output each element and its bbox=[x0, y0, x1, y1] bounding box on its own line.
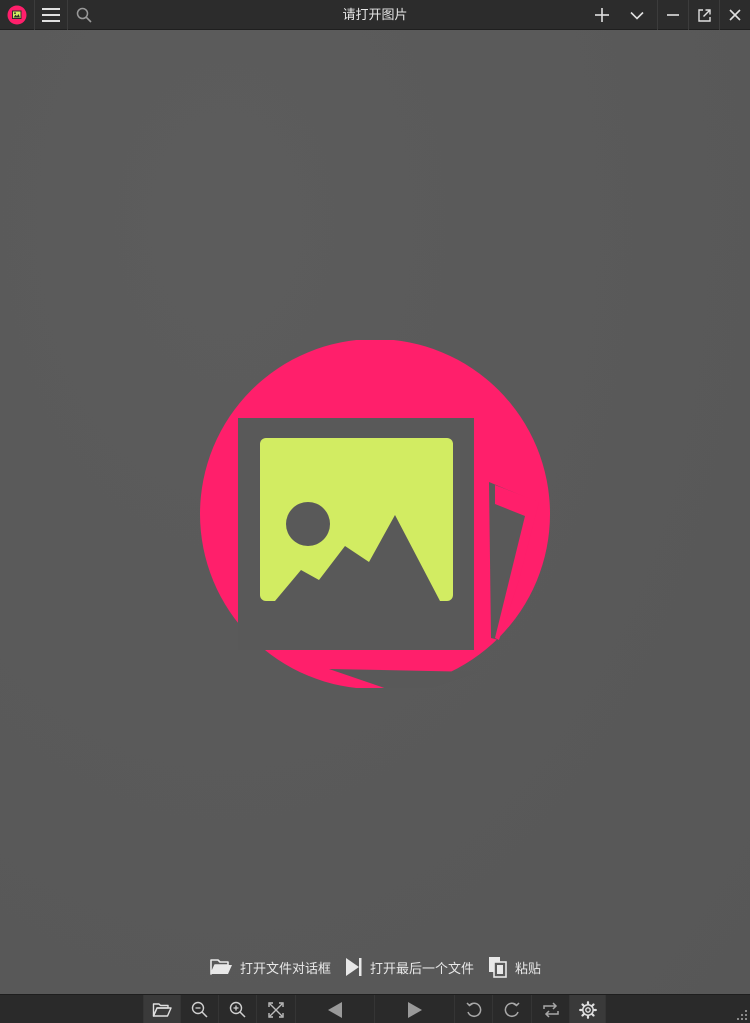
dropdown-button[interactable] bbox=[620, 0, 654, 30]
open-last-file-link[interactable]: 打开最后一个文件 bbox=[345, 957, 474, 977]
new-window-button[interactable] bbox=[586, 0, 618, 30]
resize-grip-icon[interactable] bbox=[736, 1009, 748, 1021]
bottom-toolbar[interactable] bbox=[0, 994, 750, 1023]
welcome-logo bbox=[199, 339, 551, 704]
paste-link[interactable]: 粘贴 bbox=[488, 956, 541, 978]
paste-label: 粘贴 bbox=[515, 960, 542, 976]
search-icon bbox=[76, 7, 92, 23]
main-menu-button[interactable] bbox=[34, 0, 67, 30]
rotate-left-icon bbox=[465, 1001, 481, 1017]
folder-open-icon bbox=[210, 959, 232, 975]
imageglass-logo-icon bbox=[7, 5, 27, 25]
close-button[interactable] bbox=[719, 0, 750, 30]
imageglass-large-logo-icon bbox=[200, 339, 550, 704]
image-viewer-area[interactable]: 打开文件对话框 打开最后一个文件 粘贴 bbox=[0, 30, 750, 994]
settings-button[interactable] bbox=[569, 995, 606, 1023]
open-file-dialog-label: 打开文件对话框 bbox=[239, 960, 331, 976]
zoom-in-button[interactable] bbox=[218, 995, 256, 1023]
flip-button[interactable] bbox=[531, 995, 569, 1023]
open-last-file-label: 打开最后一个文件 bbox=[369, 960, 474, 976]
plus-icon bbox=[595, 8, 609, 22]
scale-to-fit-icon bbox=[268, 1001, 284, 1018]
settings-icon bbox=[578, 1000, 597, 1019]
close-icon bbox=[729, 9, 741, 21]
zoom-in-icon bbox=[229, 1001, 246, 1018]
app-logo-button[interactable] bbox=[0, 0, 34, 30]
zoom-out-button[interactable] bbox=[180, 995, 218, 1023]
previous-image-button[interactable] bbox=[295, 995, 374, 1023]
minimize-button[interactable] bbox=[657, 0, 688, 30]
flip-icon bbox=[542, 1001, 559, 1018]
paste-icon bbox=[489, 957, 507, 978]
popout-icon bbox=[697, 8, 711, 22]
open-file-dialog-link[interactable]: 打开文件对话框 bbox=[209, 957, 331, 977]
next-file-icon bbox=[345, 958, 362, 976]
chevron-down-icon bbox=[630, 11, 644, 20]
next-image-button[interactable] bbox=[374, 995, 454, 1023]
scale-to-fit-button[interactable] bbox=[256, 995, 295, 1023]
folder-open-icon bbox=[152, 1002, 172, 1017]
minimize-icon bbox=[667, 14, 679, 16]
app-window: 请打开图片 打开文件对话框 打开最后一个文件 粘贴 bbox=[0, 0, 750, 1023]
previous-icon bbox=[328, 1001, 342, 1018]
search-button[interactable] bbox=[67, 0, 99, 30]
rotate-right-button[interactable] bbox=[492, 995, 531, 1023]
next-icon bbox=[407, 1001, 422, 1018]
zoom-out-icon bbox=[191, 1001, 208, 1018]
rotate-left-button[interactable] bbox=[454, 995, 492, 1023]
rotate-right-icon bbox=[504, 1001, 520, 1017]
open-file-button[interactable] bbox=[143, 995, 180, 1023]
hamburger-menu-icon bbox=[42, 8, 60, 22]
welcome-actions: 打开文件对话框 打开最后一个文件 粘贴 bbox=[0, 952, 750, 982]
popout-button[interactable] bbox=[688, 0, 719, 30]
title-bar[interactable]: 请打开图片 bbox=[0, 0, 750, 30]
